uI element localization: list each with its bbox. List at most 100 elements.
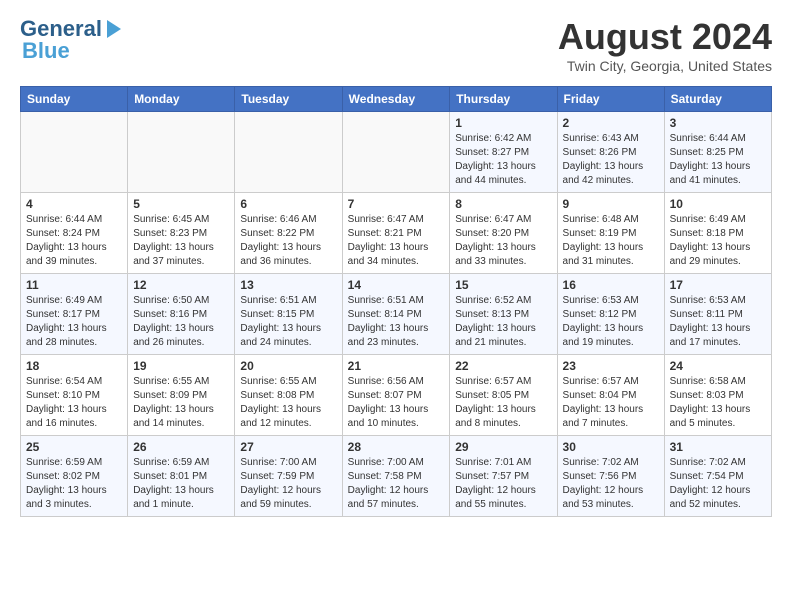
day-number: 29 bbox=[455, 440, 551, 454]
calendar-cell: 12 Sunrise: 6:50 AMSunset: 8:16 PMDayligh… bbox=[128, 274, 235, 355]
day-number: 21 bbox=[348, 359, 445, 373]
day-info: Sunrise: 6:51 AMSunset: 8:14 PMDaylight:… bbox=[348, 294, 445, 350]
day-number: 13 bbox=[240, 278, 336, 292]
calendar-cell: 20 Sunrise: 6:55 AMSunset: 8:08 PMDayligh… bbox=[235, 355, 342, 436]
weekday-header-wednesday: Wednesday bbox=[342, 87, 450, 112]
day-number: 2 bbox=[563, 116, 659, 130]
calendar-cell: 25Sunrise: 6:59 AMSunset: 8:02 PMDayligh… bbox=[21, 436, 128, 517]
weekday-header-thursday: Thursday bbox=[450, 87, 557, 112]
day-info: Sunrise: 6:47 AMSunset: 8:21 PMDaylight:… bbox=[348, 213, 445, 269]
logo-blue: Blue bbox=[22, 38, 70, 64]
location-subtitle: Twin City, Georgia, United States bbox=[558, 58, 772, 74]
calendar-cell bbox=[342, 112, 450, 193]
day-info: Sunrise: 7:01 AMSunset: 7:57 PMDaylight:… bbox=[455, 456, 551, 512]
day-info: Sunrise: 6:50 AMSunset: 8:16 PMDaylight:… bbox=[133, 294, 229, 350]
calendar-cell: 4Sunrise: 6:44 AMSunset: 8:24 PMDaylight… bbox=[21, 193, 128, 274]
month-year-title: August 2024 bbox=[558, 16, 772, 58]
day-info: Sunrise: 6:46 AMSunset: 8:22 PMDaylight:… bbox=[240, 213, 336, 269]
day-number: 12 bbox=[133, 278, 229, 292]
day-info: Sunrise: 6:58 AMSunset: 8:03 PMDaylight:… bbox=[670, 375, 766, 431]
logo: General Blue bbox=[20, 16, 121, 64]
day-number: 5 bbox=[133, 197, 229, 211]
calendar-cell bbox=[235, 112, 342, 193]
day-number: 22 bbox=[455, 359, 551, 373]
calendar-cell: 30 Sunrise: 7:02 AMSunset: 7:56 PMDayligh… bbox=[557, 436, 664, 517]
day-number: 9 bbox=[563, 197, 659, 211]
day-info: Sunrise: 6:43 AMSunset: 8:26 PMDaylight:… bbox=[563, 132, 659, 188]
calendar-cell: 13 Sunrise: 6:51 AMSunset: 8:15 PMDayligh… bbox=[235, 274, 342, 355]
day-info: Sunrise: 6:53 AMSunset: 8:12 PMDaylight:… bbox=[563, 294, 659, 350]
logo-arrow-icon bbox=[107, 20, 121, 38]
day-info: Sunrise: 6:57 AMSunset: 8:05 PMDaylight:… bbox=[455, 375, 551, 431]
calendar-cell: 16 Sunrise: 6:53 AMSunset: 8:12 PMDayligh… bbox=[557, 274, 664, 355]
day-info: Sunrise: 6:48 AMSunset: 8:19 PMDaylight:… bbox=[563, 213, 659, 269]
weekday-header-friday: Friday bbox=[557, 87, 664, 112]
calendar-cell: 26 Sunrise: 6:59 AMSunset: 8:01 PMDayligh… bbox=[128, 436, 235, 517]
calendar-cell: 6 Sunrise: 6:46 AMSunset: 8:22 PMDaylight… bbox=[235, 193, 342, 274]
day-info: Sunrise: 6:44 AMSunset: 8:24 PMDaylight:… bbox=[26, 213, 122, 269]
day-info: Sunrise: 6:54 AMSunset: 8:10 PMDaylight:… bbox=[26, 375, 122, 431]
calendar-cell: 10Sunrise: 6:49 AMSunset: 8:18 PMDayligh… bbox=[664, 193, 771, 274]
weekday-header-sunday: Sunday bbox=[21, 87, 128, 112]
calendar-cell: 19 Sunrise: 6:55 AMSunset: 8:09 PMDayligh… bbox=[128, 355, 235, 436]
day-number: 18 bbox=[26, 359, 122, 373]
day-number: 23 bbox=[563, 359, 659, 373]
day-number: 17 bbox=[670, 278, 766, 292]
day-number: 20 bbox=[240, 359, 336, 373]
calendar-cell: 31 Sunrise: 7:02 AMSunset: 7:54 PMDayligh… bbox=[664, 436, 771, 517]
day-info: Sunrise: 6:55 AMSunset: 8:08 PMDaylight:… bbox=[240, 375, 336, 431]
day-number: 27 bbox=[240, 440, 336, 454]
calendar-week-row: 11 Sunrise: 6:49 AMSunset: 8:17 PMDayligh… bbox=[21, 274, 772, 355]
day-info: Sunrise: 6:56 AMSunset: 8:07 PMDaylight:… bbox=[348, 375, 445, 431]
day-number: 14 bbox=[348, 278, 445, 292]
calendar-week-row: 1Sunrise: 6:42 AMSunset: 8:27 PMDaylight… bbox=[21, 112, 772, 193]
calendar-week-row: 4Sunrise: 6:44 AMSunset: 8:24 PMDaylight… bbox=[21, 193, 772, 274]
calendar-cell: 1Sunrise: 6:42 AMSunset: 8:27 PMDaylight… bbox=[450, 112, 557, 193]
calendar-cell: 21 Sunrise: 6:56 AMSunset: 8:07 PMDayligh… bbox=[342, 355, 450, 436]
day-number: 15 bbox=[455, 278, 551, 292]
calendar-cell bbox=[128, 112, 235, 193]
day-info: Sunrise: 7:02 AMSunset: 7:56 PMDaylight:… bbox=[563, 456, 659, 512]
day-info: Sunrise: 6:57 AMSunset: 8:04 PMDaylight:… bbox=[563, 375, 659, 431]
day-number: 30 bbox=[563, 440, 659, 454]
calendar-cell: 23 Sunrise: 6:57 AMSunset: 8:04 PMDayligh… bbox=[557, 355, 664, 436]
day-info: Sunrise: 6:49 AMSunset: 8:17 PMDaylight:… bbox=[26, 294, 122, 350]
day-info: Sunrise: 6:47 AMSunset: 8:20 PMDaylight:… bbox=[455, 213, 551, 269]
day-info: Sunrise: 6:45 AMSunset: 8:23 PMDaylight:… bbox=[133, 213, 229, 269]
calendar-week-row: 25Sunrise: 6:59 AMSunset: 8:02 PMDayligh… bbox=[21, 436, 772, 517]
weekday-header-row: SundayMondayTuesdayWednesdayThursdayFrid… bbox=[21, 87, 772, 112]
calendar-cell: 8 Sunrise: 6:47 AMSunset: 8:20 PMDaylight… bbox=[450, 193, 557, 274]
calendar-body: 1Sunrise: 6:42 AMSunset: 8:27 PMDaylight… bbox=[21, 112, 772, 517]
calendar-cell: 9 Sunrise: 6:48 AMSunset: 8:19 PMDaylight… bbox=[557, 193, 664, 274]
weekday-header-tuesday: Tuesday bbox=[235, 87, 342, 112]
day-info: Sunrise: 6:55 AMSunset: 8:09 PMDaylight:… bbox=[133, 375, 229, 431]
calendar-cell: 28Sunrise: 7:00 AMSunset: 7:58 PMDayligh… bbox=[342, 436, 450, 517]
day-number: 1 bbox=[455, 116, 551, 130]
calendar-cell: 29 Sunrise: 7:01 AMSunset: 7:57 PMDayligh… bbox=[450, 436, 557, 517]
day-number: 31 bbox=[670, 440, 766, 454]
day-info: Sunrise: 6:51 AMSunset: 8:15 PMDaylight:… bbox=[240, 294, 336, 350]
header: General Blue August 2024 Twin City, Geor… bbox=[20, 16, 772, 74]
day-number: 28 bbox=[348, 440, 445, 454]
day-number: 8 bbox=[455, 197, 551, 211]
day-number: 10 bbox=[670, 197, 766, 211]
calendar-cell: 18 Sunrise: 6:54 AMSunset: 8:10 PMDayligh… bbox=[21, 355, 128, 436]
calendar-cell: 14 Sunrise: 6:51 AMSunset: 8:14 PMDayligh… bbox=[342, 274, 450, 355]
day-number: 3 bbox=[670, 116, 766, 130]
calendar-header: SundayMondayTuesdayWednesdayThursdayFrid… bbox=[21, 87, 772, 112]
weekday-header-monday: Monday bbox=[128, 87, 235, 112]
calendar-cell: 7Sunrise: 6:47 AMSunset: 8:21 PMDaylight… bbox=[342, 193, 450, 274]
day-info: Sunrise: 7:02 AMSunset: 7:54 PMDaylight:… bbox=[670, 456, 766, 512]
day-number: 11 bbox=[26, 278, 122, 292]
day-info: Sunrise: 6:59 AMSunset: 8:01 PMDaylight:… bbox=[133, 456, 229, 512]
day-number: 26 bbox=[133, 440, 229, 454]
calendar-table: SundayMondayTuesdayWednesdayThursdayFrid… bbox=[20, 86, 772, 517]
day-info: Sunrise: 6:53 AMSunset: 8:11 PMDaylight:… bbox=[670, 294, 766, 350]
title-section: August 2024 Twin City, Georgia, United S… bbox=[558, 16, 772, 74]
calendar-week-row: 18 Sunrise: 6:54 AMSunset: 8:10 PMDayligh… bbox=[21, 355, 772, 436]
day-number: 19 bbox=[133, 359, 229, 373]
day-number: 16 bbox=[563, 278, 659, 292]
calendar-cell: 15 Sunrise: 6:52 AMSunset: 8:13 PMDayligh… bbox=[450, 274, 557, 355]
day-number: 6 bbox=[240, 197, 336, 211]
day-info: Sunrise: 6:52 AMSunset: 8:13 PMDaylight:… bbox=[455, 294, 551, 350]
